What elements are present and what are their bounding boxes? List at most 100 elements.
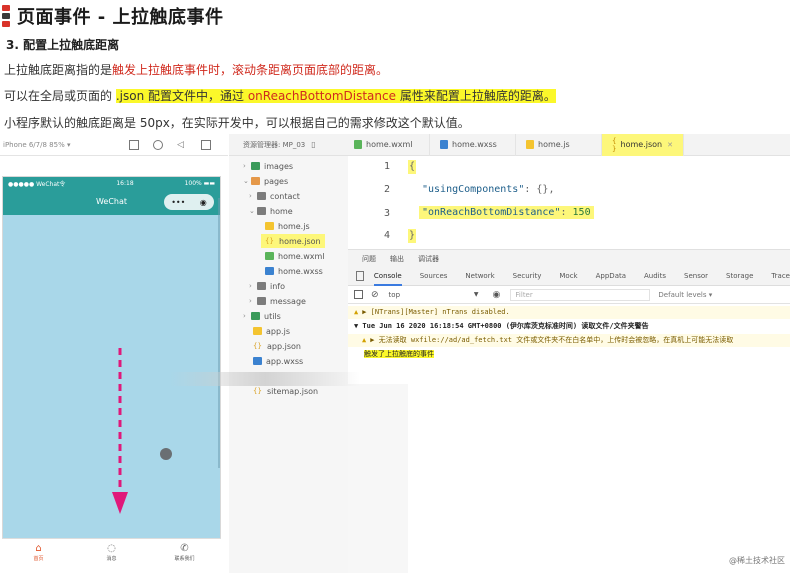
tab-label: 消息	[106, 556, 117, 562]
folder-icon	[251, 312, 260, 320]
phone-icon[interactable]	[129, 139, 139, 150]
device-select[interactable]: iPhone 6/7/8 85% ▾	[3, 141, 115, 149]
window-icon[interactable]	[201, 139, 211, 150]
tab-network[interactable]: Network	[465, 267, 494, 286]
console-output: ▲ ▶ [NTrans][Master] nTrans disabled. ▼ T…	[348, 304, 790, 384]
tab-appdata[interactable]: AppData	[596, 267, 626, 286]
tree-folder-pages[interactable]: ⌄ pages	[243, 174, 288, 188]
tab-storage[interactable]: Storage	[726, 267, 753, 286]
tab-home[interactable]: ⌂ 首页	[2, 539, 75, 566]
tree-file-home-json[interactable]: {} home.json	[261, 234, 325, 248]
tab-message[interactable]: ◌ 消息	[75, 539, 148, 566]
json-file-icon: {}	[265, 237, 274, 245]
panel-tab-output[interactable]: 输出	[390, 254, 404, 264]
line-number: 3	[384, 208, 391, 219]
tab-home-wxss[interactable]: home.wxss	[430, 133, 516, 156]
panel-tab-debugger[interactable]: 调试器	[418, 254, 439, 264]
collapse-icon[interactable]: ▯	[311, 140, 315, 149]
tree-file-app-js[interactable]: app.js	[253, 324, 290, 338]
console-log-row[interactable]: ▲ ▶ 无法读取 wxfile://ad/ad_fetch.txt 文件或文件夹不…	[348, 334, 790, 347]
tab-home-js[interactable]: home.js	[516, 133, 602, 156]
paragraph-1: 上拉触底距离指的是触发上拉触底事件时，滚动条距离页面底部的距离。	[4, 61, 388, 78]
simulator-toolbar: iPhone 6/7/8 85% ▾ ◁	[0, 134, 228, 156]
chevron-right-icon: ›	[243, 312, 246, 320]
console-log-row[interactable]: ▲ ▶ [NTrans][Master] nTrans disabled.	[348, 306, 790, 319]
explorer-title: 资源管理器: MP_03 ▯	[229, 140, 344, 150]
code-line-4: }	[409, 230, 416, 241]
tab-home-json[interactable]: { } home.json ✕	[602, 133, 684, 156]
wxss-file-icon	[253, 357, 262, 365]
touch-point-icon	[160, 448, 172, 460]
chevron-right-icon: ›	[249, 192, 252, 200]
tree-label: home.json	[279, 236, 321, 246]
context-value: top	[388, 290, 401, 299]
context-select[interactable]: top ▼	[389, 291, 479, 299]
status-time: 16:18	[116, 179, 134, 187]
close-tab-icon[interactable]: ✕	[667, 141, 673, 149]
tab-security[interactable]: Security	[513, 267, 542, 286]
log-text: ▶ 无法读取 wxfile://ad/ad_fetch.txt 文件或文件夹不在…	[370, 336, 734, 344]
tab-sources[interactable]: Sources	[420, 267, 448, 286]
tree-file-home-wxml[interactable]: home.wxml	[265, 249, 325, 263]
title-accent-block	[2, 21, 10, 27]
tab-trace[interactable]: Trace	[771, 267, 790, 286]
tree-label: contact	[270, 191, 300, 201]
eye-icon[interactable]: ◉	[493, 290, 501, 300]
title-accent-block	[2, 13, 10, 19]
capsule-button[interactable]: ••• ◉	[164, 194, 214, 210]
console-log-row[interactable]: 触发了上拉触底的事件	[348, 348, 790, 361]
volume-icon[interactable]: ◁	[177, 140, 187, 150]
tree-file-app-json[interactable]: {} app.json	[253, 339, 301, 353]
console-filter-input[interactable]: Filter	[510, 288, 651, 301]
record-icon[interactable]	[153, 139, 163, 150]
console-log-row[interactable]: ▼ Tue Jun 16 2020 16:18:54 GMT+0800 (伊尔库…	[348, 320, 790, 333]
json-file-icon: {}	[253, 387, 262, 395]
tree-folder-utils[interactable]: › utils	[243, 309, 281, 323]
tree-folder-images[interactable]: › images	[243, 159, 293, 173]
tree-label: utils	[264, 311, 281, 321]
chevron-down-icon: ⌄	[243, 177, 249, 185]
panel-tab-problems[interactable]: 问题	[362, 254, 376, 264]
tree-folder-home[interactable]: ⌄ home	[249, 204, 293, 218]
paragraph-2: 可以在全局或页面的 .json 配置文件中，通过 onReachBottomDi…	[4, 86, 556, 106]
inspect-element-icon[interactable]	[356, 271, 364, 281]
file-explorer: › images ⌄ pages › contact ⌄ home home.js {}…	[229, 156, 348, 573]
phone-call-icon: ✆	[180, 543, 189, 554]
tree-folder-info[interactable]: › info	[249, 279, 285, 293]
chevron-right-icon: ›	[249, 297, 252, 305]
tab-console[interactable]: Console	[373, 267, 402, 286]
tab-contact[interactable]: ✆ 联系我们	[148, 539, 221, 566]
close-mini-program-icon[interactable]: ◉	[200, 198, 207, 207]
folder-icon	[251, 162, 260, 170]
tree-label: sitemap.json	[267, 386, 319, 396]
tab-label: home.json	[620, 140, 663, 149]
tab-sensor[interactable]: Sensor	[684, 267, 708, 286]
tree-file-app-wxss[interactable]: app.wxss	[253, 354, 303, 368]
tab-mock[interactable]: Mock	[559, 267, 577, 286]
chevron-right-icon: ›	[243, 162, 246, 170]
scrollbar[interactable]	[218, 198, 220, 468]
article-title-bar: 页面事件 - 上拉触底事件	[2, 3, 224, 29]
more-icon[interactable]: •••	[171, 198, 185, 207]
warning-icon: ▲	[354, 308, 359, 316]
signal-text: ●●●●● WeChat令	[8, 180, 66, 188]
navigation-bar: WeChat ••• ◉	[3, 189, 220, 215]
tree-file-home-wxss[interactable]: home.wxss	[265, 264, 323, 278]
log-levels-select[interactable]: Default levels ▾	[658, 291, 712, 299]
watermark: @稀土技术社区	[729, 556, 785, 565]
tree-file-sitemap-json[interactable]: {} sitemap.json	[253, 384, 318, 398]
tree-label: message	[270, 296, 306, 306]
title-accent-icon	[2, 5, 10, 27]
tree-label: app.js	[266, 326, 290, 336]
tree-folder-contact[interactable]: › contact	[249, 189, 300, 203]
tree-file-home-js[interactable]: home.js	[265, 219, 310, 233]
tree-folder-message[interactable]: › message	[249, 294, 306, 308]
code-line-2: "usingComponents": {},	[422, 184, 554, 195]
tab-label: home.js	[538, 140, 570, 149]
tab-home-wxml[interactable]: home.wxml	[344, 133, 430, 156]
sidebar-toggle-icon[interactable]	[354, 290, 363, 299]
paragraph-3: 小程序默认的触底距离是 50px，在实际开发中，可以根据自己的需求修改这个默认值…	[4, 116, 470, 130]
clear-console-icon[interactable]: ⊘	[371, 290, 379, 300]
log-text: ▼ Tue Jun 16 2020 16:18:54 GMT+0800 (伊尔库…	[354, 322, 649, 330]
tab-audits[interactable]: Audits	[644, 267, 666, 286]
